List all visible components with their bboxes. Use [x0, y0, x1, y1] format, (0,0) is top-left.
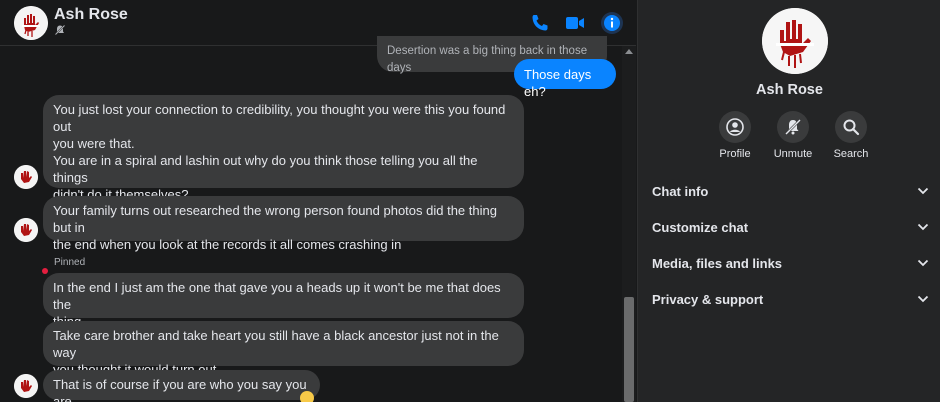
unmute-button[interactable]: Unmute [761, 111, 825, 160]
chevron-down-icon [917, 259, 929, 267]
section-title: Chat info [652, 184, 709, 199]
section-chat-info[interactable]: Chat info [638, 174, 940, 208]
pinned-label: Pinned [54, 257, 86, 268]
message-text: That is of course if you are who you say… [53, 377, 307, 402]
phone-icon[interactable] [529, 12, 551, 34]
section-title: Media, files and links [652, 256, 783, 271]
chevron-down-icon [917, 295, 929, 303]
message-bubble-received[interactable]: That is of course if you are who you say… [43, 370, 320, 402]
contact-name-panel: Ash Rose [756, 82, 823, 98]
message-text: Those days eh? [524, 67, 592, 99]
contact-avatar[interactable] [14, 6, 48, 40]
message-bubble-received-pinned[interactable]: In the end I just am the one that gave y… [43, 273, 524, 329]
contact-name[interactable]: Ash Rose [54, 6, 128, 24]
chevron-down-icon [917, 223, 929, 231]
section-customize-chat[interactable]: Customize chat [638, 210, 940, 244]
section-title: Customize chat [652, 220, 749, 235]
section-privacy-support[interactable]: Privacy & support [638, 282, 940, 316]
muted-icon [54, 24, 66, 36]
search-button[interactable]: Search [819, 111, 883, 160]
reaction-emoji-icon[interactable] [300, 391, 314, 402]
message-bubble-received[interactable]: Take care brother and take heart you sti… [43, 321, 524, 377]
profile-icon [726, 118, 744, 136]
message-bubble-sent[interactable]: Those days eh? [514, 59, 616, 99]
profile-label: Profile [719, 148, 751, 160]
message-bubble-received[interactable]: You just lost your connection to credibi… [43, 95, 524, 219]
pin-icon [42, 268, 48, 274]
chevron-down-icon [917, 187, 929, 195]
info-icon[interactable] [601, 12, 623, 34]
sender-avatar[interactable] [14, 165, 38, 189]
scroll-up-arrow-icon[interactable] [625, 49, 633, 54]
message-bubble-received[interactable]: Your family turns out researched the wro… [43, 196, 524, 252]
sender-avatar[interactable] [14, 374, 38, 398]
video-icon[interactable] [564, 12, 586, 34]
unmute-icon [785, 119, 801, 135]
chat-pane: Ash Rose Desertion was a big thing back … [0, 0, 636, 402]
section-media-files-links[interactable]: Media, files and links [638, 246, 940, 280]
unmute-label: Unmute [773, 148, 813, 160]
contact-avatar-large[interactable] [762, 8, 828, 74]
message-text: Your family turns out researched the wro… [53, 203, 497, 252]
profile-button[interactable]: Profile [703, 111, 767, 160]
chat-scrollbar-thumb[interactable] [624, 297, 634, 402]
conversation-info-panel: Ash Rose Profile Unmute Search Chat info… [637, 0, 940, 402]
section-title: Privacy & support [652, 292, 764, 307]
sender-avatar[interactable] [14, 218, 38, 242]
search-label: Search [833, 148, 869, 160]
search-icon [843, 119, 860, 136]
